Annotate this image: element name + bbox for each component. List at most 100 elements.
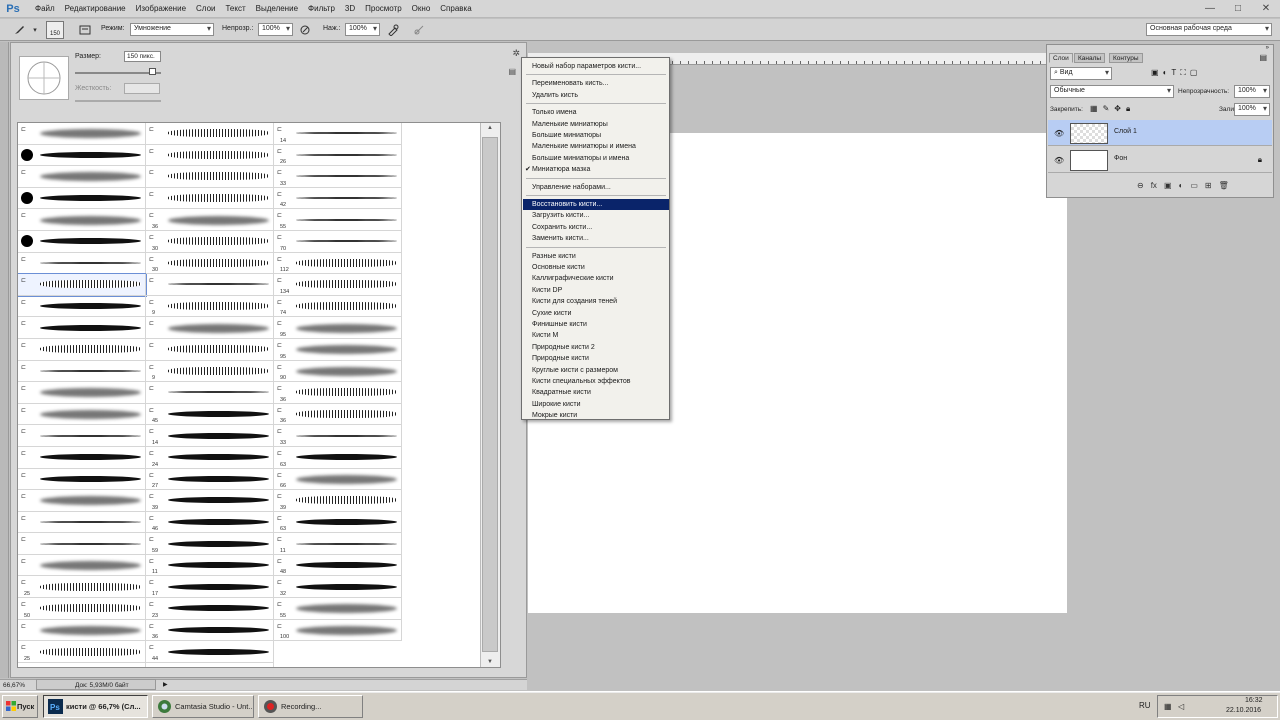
brush-preset-cell[interactable]: ⊏	[146, 123, 274, 145]
flyout-menu-item[interactable]: Новый набор параметров кисти...	[523, 61, 669, 72]
chevron-down-icon[interactable]: ▾	[28, 23, 42, 37]
flyout-menu-item[interactable]: Переименовать кисть...	[523, 78, 669, 89]
brush-preset-cell[interactable]: ⊏ 39	[146, 490, 274, 512]
adjustment-filter-icon[interactable]: ◐	[1163, 68, 1168, 78]
flyout-menu-item[interactable]: Кисти специальных эффектов	[523, 376, 669, 387]
flyout-menu-item[interactable]: Каллиграфические кисти	[523, 273, 669, 284]
clock-date[interactable]: 22.10.2016	[1226, 707, 1261, 714]
size-input[interactable]: 150 пикс.	[124, 51, 161, 62]
brush-preset-cell[interactable]: ⊏ 23	[146, 598, 274, 620]
type-filter-icon[interactable]: T	[1171, 68, 1176, 78]
flyout-menu-item[interactable]: Большие миниатюры	[523, 130, 669, 141]
brush-preset-cell[interactable]: ⊏	[146, 662, 274, 667]
brush-preset-cell[interactable]: ⊏ 32	[274, 576, 402, 599]
link-layers-icon[interactable]: ⊖	[1137, 181, 1144, 190]
pressure-opacity-icon[interactable]	[298, 23, 312, 37]
brush-preset-cell[interactable]: ⊏ 134	[274, 274, 402, 296]
brush-preset-cell[interactable]: ⊏ 44	[146, 641, 274, 663]
panel-menu-icon[interactable]: ▤	[508, 67, 516, 76]
flyout-menu-item[interactable]: Маленькие миниатюры	[523, 119, 669, 130]
lock-all-icon[interactable]: 🔒︎	[1126, 104, 1130, 114]
brush-preset-cell[interactable]: ⊏ 90	[274, 360, 402, 383]
network-icon[interactable]: ▦	[1164, 702, 1172, 711]
brush-preset-cell[interactable]: ⊏ 25	[18, 576, 146, 599]
mode-select[interactable]: Умножение	[130, 23, 214, 36]
brush-preset-cell[interactable]: ⊏ 24	[146, 446, 274, 469]
airbrush-icon[interactable]	[386, 23, 400, 37]
lock-position-icon[interactable]: ✥	[1114, 104, 1121, 114]
brush-preset-cell[interactable]: ⊏	[146, 144, 274, 167]
flyout-menu-item[interactable]: Только имена	[523, 107, 669, 118]
hardness-slider[interactable]	[75, 100, 161, 102]
brush-preset-cell[interactable]: ⊏	[18, 360, 146, 383]
menu-item[interactable]: Текст	[220, 0, 250, 18]
taskbar-recording[interactable]: Recording...	[258, 695, 363, 718]
brush-panel-toggle-icon[interactable]	[78, 23, 92, 37]
brush-preset-cell[interactable]: ⊏	[18, 425, 146, 447]
flyout-menu-item[interactable]: Загрузить кисти...	[523, 210, 669, 221]
flyout-menu-item[interactable]: Разные кисти	[523, 251, 669, 262]
gear-icon[interactable]: ✲	[512, 48, 520, 59]
brush-preset-cell[interactable]: ⊏	[18, 490, 146, 512]
brush-preset-cell[interactable]: ⊏ 74	[274, 295, 402, 318]
add-mask-icon[interactable]: ▣	[1164, 181, 1172, 190]
brush-preset-cell[interactable]: ⊏ 9	[146, 360, 274, 383]
brush-preset-cell[interactable]: ⊏ 27	[146, 468, 274, 491]
flyout-menu-item[interactable]: Восстановить кисти...	[523, 199, 669, 210]
brush-preset-cell[interactable]	[18, 187, 146, 210]
menu-item[interactable]: Файл	[30, 0, 60, 18]
size-slider-handle[interactable]	[149, 68, 156, 75]
brush-preset-cell[interactable]: ⊏ 45	[146, 403, 274, 426]
brush-preset-cell[interactable]: ⊏	[146, 382, 274, 404]
brush-preset-cell[interactable]: ⊏ 66	[274, 468, 402, 491]
layer-filter-select[interactable]: ⌕ Вид	[1050, 67, 1112, 80]
close-button[interactable]: ✕	[1252, 1, 1280, 17]
brush-preset-cell[interactable]: ⊏ 48	[274, 554, 402, 577]
brush-preset-cell[interactable]: ⊏ 36	[274, 403, 402, 426]
minimize-button[interactable]: —	[1196, 1, 1224, 17]
layer-row-background[interactable]: 👁︎ Фон 🔒︎	[1048, 147, 1272, 173]
menu-item[interactable]: Окно	[407, 0, 436, 18]
brush-preset-cell[interactable]: ⊏ 100	[274, 619, 402, 642]
brush-preset-cell[interactable]: ⊏ 95	[274, 317, 402, 339]
flyout-menu-item[interactable]: Сохранить кисти...	[523, 222, 669, 233]
brush-preset-cell[interactable]: ⊏ 50	[18, 598, 146, 620]
brush-preset-cell[interactable]: ⊏ 55	[274, 598, 402, 620]
menu-item[interactable]: Слои	[191, 0, 220, 18]
brush-preset-cell[interactable]: ⊏ 26	[274, 144, 402, 167]
flyout-menu-item[interactable]: Кисти DP	[523, 285, 669, 296]
brush-preset-cell[interactable]	[18, 144, 146, 167]
brush-preset-cell[interactable]: ⊏	[18, 446, 146, 469]
start-button[interactable]: Пуск	[2, 695, 38, 718]
flyout-menu-item[interactable]: Основные кисти	[523, 262, 669, 273]
flyout-menu-item[interactable]: Маленькие миниатюры и имена	[523, 141, 669, 152]
delete-layer-icon[interactable]: 🗑︎	[1219, 181, 1229, 190]
brush-preset-cell[interactable]: ⊏ 17	[146, 576, 274, 599]
layer-name[interactable]: Фон	[1114, 155, 1127, 162]
shape-filter-icon[interactable]: ⛶	[1180, 68, 1186, 78]
scroll-up-icon[interactable]: ▲	[487, 125, 493, 131]
brush-preset-cell[interactable]: ⊏ 46	[146, 511, 274, 534]
flyout-menu-item[interactable]: Кисти M	[523, 330, 669, 341]
menu-item[interactable]: Выделение	[251, 0, 303, 18]
tab-channels[interactable]: Каналы	[1074, 53, 1106, 63]
layer-name[interactable]: Слой 1	[1114, 128, 1137, 135]
brush-preset-cell[interactable]: ⊏	[146, 274, 274, 296]
brush-preset-cell[interactable]: ⊏	[18, 252, 146, 275]
adjustment-layer-icon[interactable]: ◐	[1179, 181, 1184, 190]
brush-preset-picker[interactable]: 150	[46, 21, 64, 39]
menu-item[interactable]: Просмотр	[360, 0, 407, 18]
brush-preset-cell[interactable]: ⊏ 36	[274, 382, 402, 404]
brush-preset-cell[interactable]: ⊏ 14	[146, 425, 274, 447]
flyout-menu-item[interactable]: Заменить кисти...	[523, 233, 669, 244]
brush-preset-cell[interactable]: ⊏ 55	[274, 209, 402, 231]
brush-preset-cell[interactable]: ⊏	[18, 295, 146, 318]
brush-preset-cell[interactable]: ⊏ 39	[274, 490, 402, 512]
smart-object-filter-icon[interactable]: ▢	[1190, 68, 1198, 78]
lock-pixels-icon[interactable]: ✎	[1103, 104, 1110, 114]
tab-paths[interactable]: Контуры	[1109, 53, 1143, 63]
flyout-menu-item[interactable]: Круглые кисти с размером	[523, 365, 669, 376]
menu-item[interactable]: Справка	[435, 0, 476, 18]
language-indicator[interactable]: RU	[1139, 701, 1151, 710]
tab-layers[interactable]: Слои	[1049, 53, 1073, 63]
